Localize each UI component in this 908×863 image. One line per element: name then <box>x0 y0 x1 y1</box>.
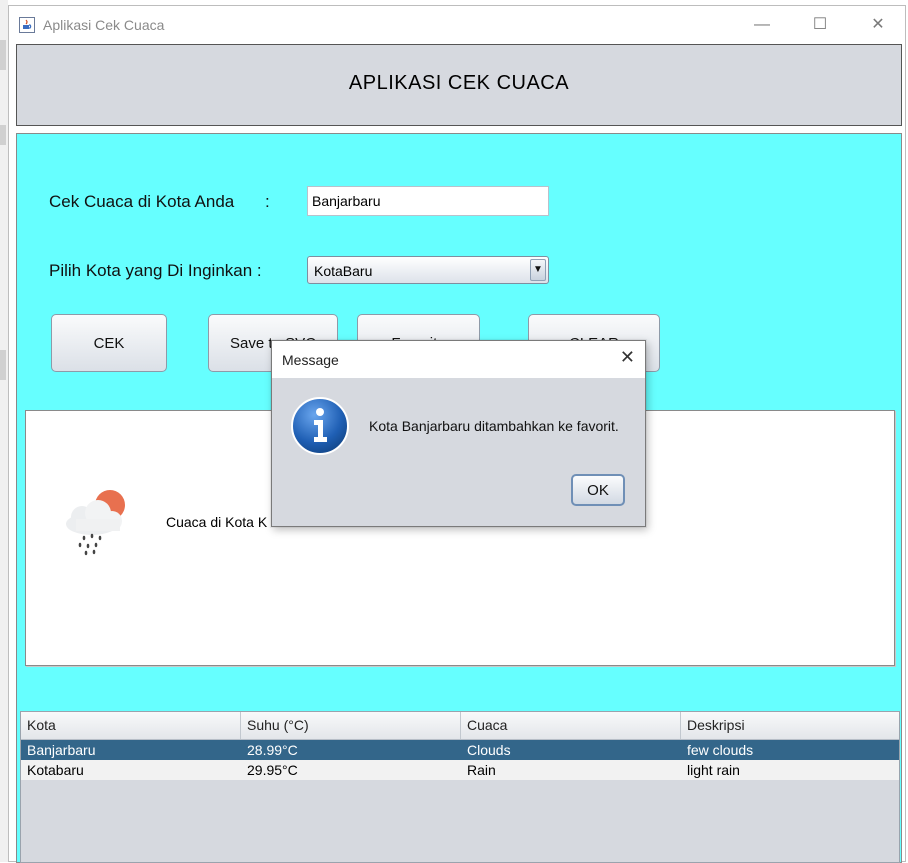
city-input[interactable] <box>307 186 549 216</box>
cloud-sun-rain-icon <box>66 490 125 556</box>
dialog-message: Kota Banjarbaru ditambahkan ke favorit. <box>369 418 619 434</box>
close-button[interactable]: ✕ <box>849 6 907 44</box>
dialog-title-bar[interactable]: Message ✕ <box>272 341 645 378</box>
table-cell: 28.99°C <box>247 742 298 758</box>
java-app-icon <box>19 17 35 33</box>
minimize-button[interactable]: — <box>733 6 791 44</box>
ok-button[interactable]: OK <box>571 474 625 506</box>
column-header-kota[interactable]: Kota <box>21 712 241 739</box>
weather-result-text: Cuaca di Kota K <box>166 514 268 530</box>
dialog-close-button[interactable]: ✕ <box>620 347 635 368</box>
choose-city-label: Pilih Kota yang Di Inginkan : <box>49 261 262 280</box>
table-cell: Kotabaru <box>27 762 84 778</box>
column-header-cuaca[interactable]: Cuaca <box>461 712 681 739</box>
table-cell: Banjarbaru <box>27 742 96 758</box>
table-cell: 29.95°C <box>247 762 298 778</box>
message-dialog: Message ✕ Kota Banjarbaru ditambahkan ke… <box>271 340 646 527</box>
maximize-button[interactable]: ☐ <box>791 6 849 44</box>
column-header-deskripsi[interactable]: Deskripsi <box>681 712 899 739</box>
table-row[interactable]: Kotabaru 29.95°C Rain light rain <box>21 760 899 780</box>
city-label-colon: : <box>265 192 270 211</box>
info-icon <box>291 397 349 455</box>
table-cell: Rain <box>467 762 496 778</box>
city-dropdown[interactable]: KotaBaru ▼ <box>307 256 549 284</box>
table-cell: Clouds <box>467 742 511 758</box>
table-cell: light rain <box>687 762 740 778</box>
page-title: APLIKASI CEK CUACA <box>348 72 570 94</box>
background-window-edge <box>0 0 8 862</box>
city-dropdown-value: KotaBaru <box>314 263 373 279</box>
cek-button[interactable]: CEK <box>51 314 167 372</box>
weather-table[interactable]: Kota Suhu (°C) Cuaca Deskripsi Banjarbar… <box>20 711 900 863</box>
header-panel: APLIKASI CEK CUACA <box>16 44 902 126</box>
table-header: Kota Suhu (°C) Cuaca Deskripsi <box>21 712 899 740</box>
city-label: Cek Cuaca di Kota Anda <box>49 192 235 211</box>
title-bar[interactable]: Aplikasi Cek Cuaca — ☐ ✕ <box>9 6 905 44</box>
column-header-suhu[interactable]: Suhu (°C) <box>241 712 461 739</box>
dialog-title: Message <box>282 352 339 368</box>
table-cell: few clouds <box>687 742 754 758</box>
window-title: Aplikasi Cek Cuaca <box>43 17 165 33</box>
table-row-selected[interactable]: Banjarbaru 28.99°C Clouds few clouds <box>21 740 899 760</box>
chevron-down-icon[interactable]: ▼ <box>530 259 546 281</box>
